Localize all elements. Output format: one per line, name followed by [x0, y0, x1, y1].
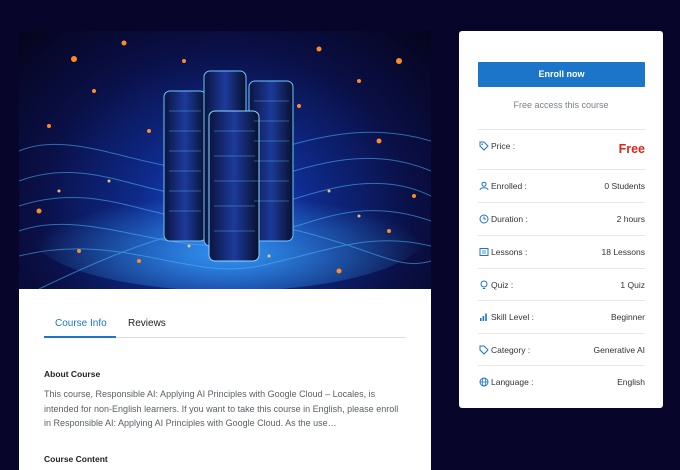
lessons-label: Lessons : [491, 247, 528, 257]
duration-row: Duration : 2 hours [478, 202, 645, 235]
duration-value: 2 hours [616, 214, 645, 224]
price-row: Price : Free [478, 129, 645, 162]
skill-level-label: Skill Level : [491, 312, 534, 322]
price-tag-icon [478, 140, 490, 152]
about-course-heading: About Course [44, 369, 101, 379]
enrolled-row: Enrolled : 0 Students [478, 169, 645, 202]
language-label: Language : [491, 377, 534, 387]
category-value: Generative AI [593, 345, 645, 355]
quiz-label: Quiz : [491, 280, 514, 290]
language-row: Language : English [478, 365, 645, 398]
enrolled-label: Enrolled : [491, 181, 527, 191]
course-hero-image [19, 31, 431, 289]
category-row: Category : Generative AI [478, 333, 645, 366]
course-content-heading: Course Content [44, 454, 108, 464]
globe-icon [478, 376, 490, 388]
price-label: Price : [491, 141, 516, 151]
skill-level-row: Skill Level : Beginner [478, 300, 645, 333]
bar-chart-icon [478, 311, 490, 323]
skill-level-value: Beginner [610, 312, 645, 322]
enroll-card: Enroll now Free access this course Price… [459, 31, 663, 408]
bulb-icon [478, 279, 490, 291]
quiz-value: 1 Quiz [620, 280, 645, 290]
category-label: Category : [491, 345, 531, 355]
price-value: Free [618, 142, 645, 156]
users-icon [478, 180, 490, 192]
tab-course-info[interactable]: Course Info [55, 318, 107, 329]
tag-icon [478, 344, 490, 356]
lessons-row: Lessons : 18 Lessons [478, 235, 645, 268]
course-tabs: Course Info Reviews [44, 311, 406, 338]
free-access-note: Free access this course [513, 100, 609, 110]
active-tab-indicator [44, 336, 116, 338]
enrolled-value: 0 Students [604, 181, 645, 191]
clock-icon [478, 213, 490, 225]
about-course-text: This course, Responsible AI: Applying AI… [44, 389, 399, 428]
quiz-row: Quiz : 1 Quiz [478, 268, 645, 301]
enroll-now-button[interactable]: Enroll now [478, 62, 645, 87]
course-info-panel: Course Info Reviews About Course This co… [19, 289, 431, 470]
tab-reviews[interactable]: Reviews [128, 318, 166, 329]
duration-label: Duration : [491, 214, 528, 224]
hero-illustration [19, 40, 431, 289]
language-value: English [617, 377, 645, 387]
lessons-value: 18 Lessons [601, 247, 645, 257]
lessons-icon [478, 246, 490, 258]
